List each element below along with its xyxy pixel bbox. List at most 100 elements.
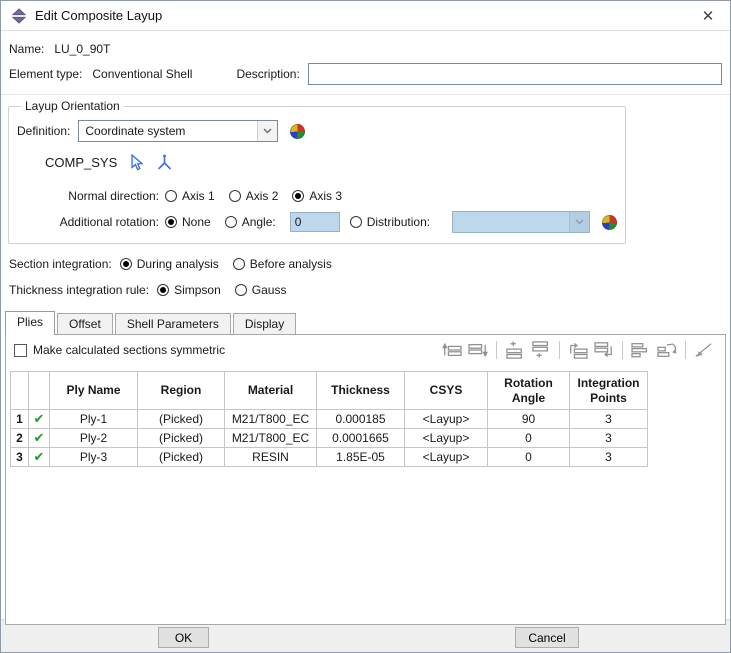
radio-axis-3[interactable]: Axis 3	[292, 189, 342, 203]
thickness-rule-row: Thickness integration rule: Simpson Gaus…	[9, 280, 730, 300]
symmetric-checkbox-label: Make calculated sections symmetric	[33, 343, 226, 357]
angle-input[interactable]	[289, 212, 340, 232]
insert-row-before-icon[interactable]	[502, 339, 528, 361]
col-material: Material	[224, 371, 317, 410]
radio-circle-selected	[119, 258, 132, 270]
thickness-cell[interactable]: 0.0001665	[316, 428, 405, 448]
layup-orientation-group: Layup Orientation Definition: Coordinate…	[8, 99, 627, 244]
col-status	[28, 371, 50, 410]
col-ply-name: Ply Name	[49, 371, 138, 410]
radio-axis-1[interactable]: Axis 1	[165, 189, 215, 203]
radio-rotation-distribution[interactable]: Distribution:	[349, 215, 430, 229]
close-icon[interactable]: ✕	[696, 7, 720, 25]
tab-plies[interactable]: Plies	[5, 311, 56, 335]
symmetric-checkbox[interactable]: Make calculated sections symmetric	[14, 343, 225, 357]
integration-points-cell[interactable]: 3	[569, 428, 648, 448]
radio-during-analysis[interactable]: During analysis	[119, 257, 219, 271]
title-bar: Edit Composite Layup ✕	[1, 1, 730, 31]
plies-tab-page: Make calculated sections symmetric Ply N…	[5, 334, 726, 625]
row-number-cell[interactable]: 1	[10, 409, 29, 429]
radio-circle	[165, 190, 177, 202]
copy-row-before-icon[interactable]	[565, 339, 591, 361]
pattern-rows-icon[interactable]	[628, 339, 654, 361]
layup-orientation-title: Layup Orientation	[25, 99, 120, 113]
chevron-down-icon	[569, 212, 590, 232]
ok-button[interactable]: OK	[158, 627, 209, 648]
move-row-down-icon[interactable]	[465, 339, 491, 361]
ply-active-check-icon[interactable]: ✔	[28, 447, 50, 467]
thickness-cell[interactable]: 1.85E-05	[316, 447, 405, 467]
plies-toolbar-row: Make calculated sections symmetric	[6, 335, 725, 365]
distribution-dropdown[interactable]	[452, 211, 591, 233]
radio-circle-selected	[165, 216, 177, 228]
radio-axis-2[interactable]: Axis 2	[228, 189, 278, 203]
definition-value: Coordinate system	[85, 124, 186, 138]
radio-circle	[232, 258, 245, 270]
ply-table: Ply Name Region Material Thickness CSYS …	[10, 371, 648, 467]
region-cell[interactable]: (Picked)	[137, 409, 225, 429]
ply-name-cell[interactable]: Ply-2	[49, 428, 138, 448]
thickness-rule-label: Thickness integration rule:	[9, 283, 150, 297]
edit-validate-icon[interactable]	[691, 339, 717, 361]
tab-shell-parameters[interactable]: Shell Parameters	[114, 313, 231, 334]
radio-circle-selected	[157, 284, 170, 296]
cancel-button[interactable]: Cancel	[515, 627, 579, 648]
radio-rotation-angle[interactable]: Angle:	[224, 215, 276, 229]
rotation-angle-cell[interactable]: 0	[487, 447, 570, 467]
radio-simpson[interactable]: Simpson	[157, 283, 221, 297]
pick-cursor-icon[interactable]	[129, 153, 144, 171]
csys-cell[interactable]: <Layup>	[404, 447, 488, 467]
col-thickness: Thickness	[316, 371, 405, 410]
description-input[interactable]	[307, 63, 722, 85]
radio-before-analysis[interactable]: Before analysis	[232, 257, 332, 271]
csys-cell[interactable]: <Layup>	[404, 428, 488, 448]
row-number-cell[interactable]: 2	[10, 428, 29, 448]
definition-dropdown[interactable]: Coordinate system	[78, 120, 279, 142]
additional-rotation-row: Additional rotation: None Angle: Distrib…	[17, 211, 618, 233]
material-cell[interactable]: RESIN	[224, 447, 317, 467]
copy-row-after-icon[interactable]	[591, 339, 617, 361]
tab-bar: Plies Offset Shell Parameters Display	[5, 310, 730, 335]
ply-active-check-icon[interactable]: ✔	[28, 428, 50, 448]
region-cell[interactable]: (Picked)	[137, 447, 225, 467]
move-row-up-icon[interactable]	[439, 339, 465, 361]
region-cell[interactable]: (Picked)	[137, 428, 225, 448]
radio-gauss[interactable]: Gauss	[234, 283, 286, 297]
radio-circle	[234, 284, 247, 296]
radio-circle	[224, 216, 237, 228]
tab-offset[interactable]: Offset	[57, 313, 113, 334]
name-value: LU_0_90T	[54, 42, 111, 56]
additional-rotation-label: Additional rotation:	[59, 215, 159, 229]
radio-rotation-none[interactable]: None	[165, 215, 211, 229]
normal-direction-row: Normal direction: Axis 1 Axis 2 Axis 3	[17, 185, 617, 207]
datum-csys-icon[interactable]	[156, 154, 173, 171]
section-integration-label: Section integration:	[9, 257, 112, 271]
name-label: Name:	[9, 42, 45, 56]
toolbar-separator	[622, 341, 623, 359]
integration-points-cell[interactable]: 3	[569, 447, 648, 467]
ply-name-cell[interactable]: Ply-1	[49, 409, 138, 429]
toolbar-separator	[685, 341, 686, 359]
rotation-angle-cell[interactable]: 0	[487, 428, 570, 448]
color-code-icon[interactable]	[602, 214, 618, 230]
row-number-cell[interactable]: 3	[10, 447, 29, 467]
edit-composite-layup-dialog: Edit Composite Layup ✕ Name: LU_0_90T El…	[0, 0, 731, 653]
ply-table-header-row: Ply Name Region Material Thickness CSYS …	[10, 371, 648, 410]
definition-row: Definition: Coordinate system	[17, 119, 617, 143]
radio-circle	[228, 190, 241, 202]
table-row: 1 ✔ Ply-1 (Picked) M21/T800_EC 0.000185 …	[10, 409, 648, 429]
insert-row-after-icon[interactable]	[528, 339, 554, 361]
cycle-rows-icon[interactable]	[654, 339, 680, 361]
ply-name-cell[interactable]: Ply-3	[49, 447, 138, 467]
material-cell[interactable]: M21/T800_EC	[224, 428, 317, 448]
rotation-angle-cell[interactable]: 90	[487, 409, 570, 429]
thickness-cell[interactable]: 0.000185	[316, 409, 405, 429]
ply-active-check-icon[interactable]: ✔	[28, 409, 50, 429]
material-cell[interactable]: M21/T800_EC	[224, 409, 317, 429]
csys-cell[interactable]: <Layup>	[404, 409, 488, 429]
color-code-icon[interactable]	[290, 123, 306, 139]
toolbar-separator	[496, 341, 497, 359]
checkbox-box	[14, 343, 27, 357]
integration-points-cell[interactable]: 3	[569, 409, 648, 429]
tab-display[interactable]: Display	[232, 313, 297, 334]
